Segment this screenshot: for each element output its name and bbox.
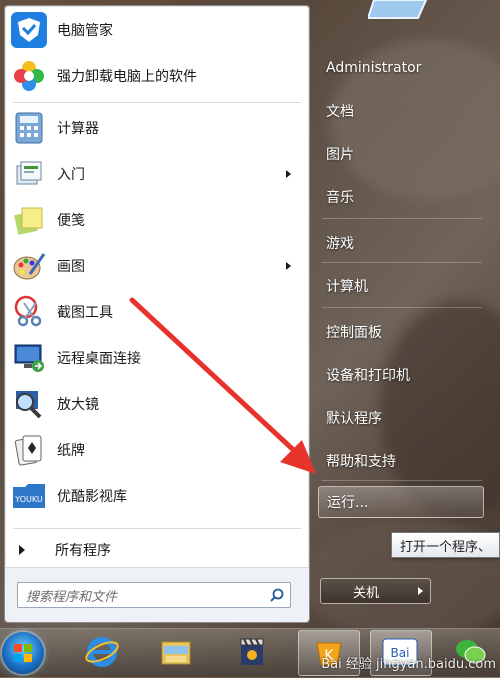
program-label: 强力卸载电脑上的软件: [57, 69, 197, 85]
right-item-label: 计算机: [326, 279, 368, 295]
program-paint[interactable]: 画图: [9, 244, 299, 288]
uninstall-flower-icon: [11, 58, 47, 94]
program-remote-desktop[interactable]: 远程桌面连接: [9, 336, 299, 380]
program-label: 优酷影视库: [57, 489, 127, 505]
program-label: 入门: [57, 167, 85, 183]
right-item-games[interactable]: 游戏: [318, 226, 488, 260]
programs-pane: 电脑管家 强力卸载电脑上的软件 计算器 入门 便笺 画图 截图工具 远程桌面连接…: [4, 5, 310, 623]
shutdown-options-button[interactable]: [410, 578, 431, 604]
user-name-link[interactable]: Administrator: [318, 51, 488, 85]
chevron-right-icon: [417, 587, 423, 595]
solitaire-cards-icon: [11, 432, 47, 468]
all-programs-button[interactable]: 所有程序: [9, 534, 299, 566]
program-label: 远程桌面连接: [57, 351, 141, 367]
program-calculator[interactable]: 计算器: [9, 106, 299, 150]
snipping-scissors-icon: [11, 294, 47, 330]
right-item-label: 图片: [326, 147, 354, 163]
all-programs-label: 所有程序: [55, 543, 111, 559]
expand-triangle-icon: [19, 545, 25, 555]
right-item-label: 控制面板: [326, 325, 382, 341]
search-icon[interactable]: [270, 588, 284, 602]
paint-palette-icon: [11, 248, 47, 284]
program-pc-manager[interactable]: 电脑管家: [9, 8, 299, 52]
right-item-label: 音乐: [326, 190, 354, 206]
calculator-icon: [11, 110, 47, 146]
program-uninstaller[interactable]: 强力卸载电脑上的软件: [9, 54, 299, 98]
user-name: Administrator: [326, 60, 422, 76]
run-label: 运行...: [327, 495, 369, 511]
pc-manager-shield-icon: [11, 12, 47, 48]
start-orb-icon[interactable]: [2, 632, 44, 674]
run-tooltip: 打开一个程序、: [391, 532, 500, 558]
right-item-computer[interactable]: 计算机: [318, 269, 488, 303]
run-button[interactable]: 运行...: [318, 486, 484, 518]
user-picture-frame[interactable]: [366, 0, 432, 22]
program-solitaire[interactable]: 纸牌: [9, 428, 299, 472]
watermark-text: Bai 经验 jingyan.baidu.com: [321, 657, 496, 672]
start-menu: 电脑管家 强力卸载电脑上的软件 计算器 入门 便笺 画图 截图工具 远程桌面连接…: [0, 0, 500, 628]
file-explorer-icon[interactable]: [146, 630, 206, 674]
remote-desktop-icon: [11, 340, 47, 376]
search-placeholder: 搜索程序和文件: [26, 589, 118, 605]
right-item-label: 文档: [326, 104, 354, 120]
search-area: 搜索程序和文件: [5, 567, 309, 622]
shutdown-label: 关机: [352, 585, 379, 601]
program-label: 计算器: [57, 121, 99, 137]
program-label: 便笺: [57, 213, 85, 229]
program-label: 画图: [57, 259, 85, 275]
right-item-label: 帮助和支持: [326, 454, 396, 470]
right-item-control-panel[interactable]: 控制面板: [318, 315, 488, 349]
program-label: 截图工具: [57, 305, 113, 321]
getting-started-icon: [11, 156, 47, 192]
right-item-pictures[interactable]: 图片: [318, 137, 488, 171]
program-sticky-notes[interactable]: 便笺: [9, 198, 299, 242]
right-item-music[interactable]: 音乐: [318, 180, 488, 214]
media-clapper-icon[interactable]: [222, 630, 282, 674]
all-programs-separator: [13, 528, 301, 529]
submenu-arrow-icon[interactable]: [286, 170, 291, 178]
program-getting-started[interactable]: 入门: [9, 152, 299, 196]
right-item-documents[interactable]: 文档: [318, 94, 488, 128]
magnifier-icon: [11, 386, 47, 422]
program-magnifier[interactable]: 放大镜: [9, 382, 299, 426]
youku-icon: YOUKU: [11, 478, 47, 514]
program-label: 纸牌: [57, 443, 85, 459]
right-separator: [322, 262, 482, 263]
pinned-separator: [13, 102, 301, 103]
search-input[interactable]: 搜索程序和文件: [17, 582, 291, 608]
right-separator: [322, 218, 482, 219]
sticky-notes-icon: [11, 202, 47, 238]
program-label: 放大镜: [57, 397, 99, 413]
program-snipping-tool[interactable]: 截图工具: [9, 290, 299, 334]
right-separator: [322, 480, 482, 481]
right-item-label: 游戏: [326, 236, 354, 252]
submenu-arrow-icon[interactable]: [286, 262, 291, 270]
right-item-devices-printers[interactable]: 设备和打印机: [318, 358, 488, 392]
program-youku[interactable]: YOUKU 优酷影视库: [9, 474, 299, 518]
right-item-help-support[interactable]: 帮助和支持: [318, 444, 488, 478]
shutdown-button[interactable]: 关机: [320, 578, 412, 604]
program-label: 电脑管家: [57, 23, 113, 39]
svg-text:YOUKU: YOUKU: [14, 495, 43, 504]
right-item-label: 设备和打印机: [326, 368, 410, 384]
internet-explorer-icon[interactable]: [72, 630, 132, 674]
right-item-label: 默认程序: [326, 411, 382, 427]
right-item-default-programs[interactable]: 默认程序: [318, 401, 488, 435]
right-separator: [322, 307, 482, 308]
